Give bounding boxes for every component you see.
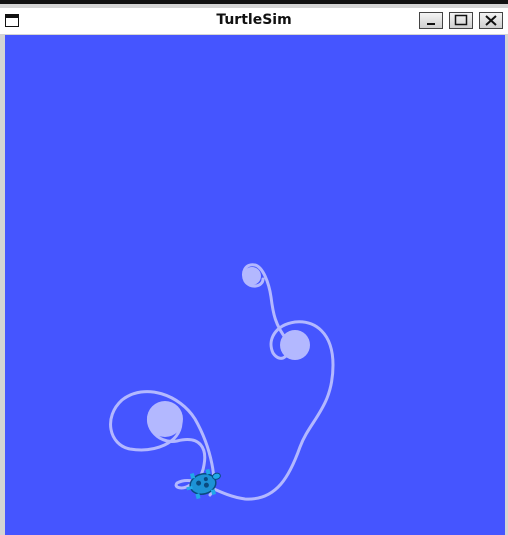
minimize-button[interactable] xyxy=(419,12,443,29)
circle-large xyxy=(147,401,183,437)
circle-medium xyxy=(280,330,310,360)
minimize-icon xyxy=(427,23,435,25)
close-icon xyxy=(485,15,497,26)
maximize-button[interactable] xyxy=(449,12,473,29)
close-button[interactable] xyxy=(479,12,503,29)
circle-small xyxy=(243,267,261,285)
pen-trail xyxy=(174,263,335,501)
turtlesim-window: TurtleSim xyxy=(0,0,508,535)
turtle-drawing xyxy=(109,263,335,501)
turtle-canvas[interactable] xyxy=(5,35,505,535)
maximize-icon xyxy=(454,14,468,26)
title-bar[interactable]: TurtleSim xyxy=(0,8,508,34)
